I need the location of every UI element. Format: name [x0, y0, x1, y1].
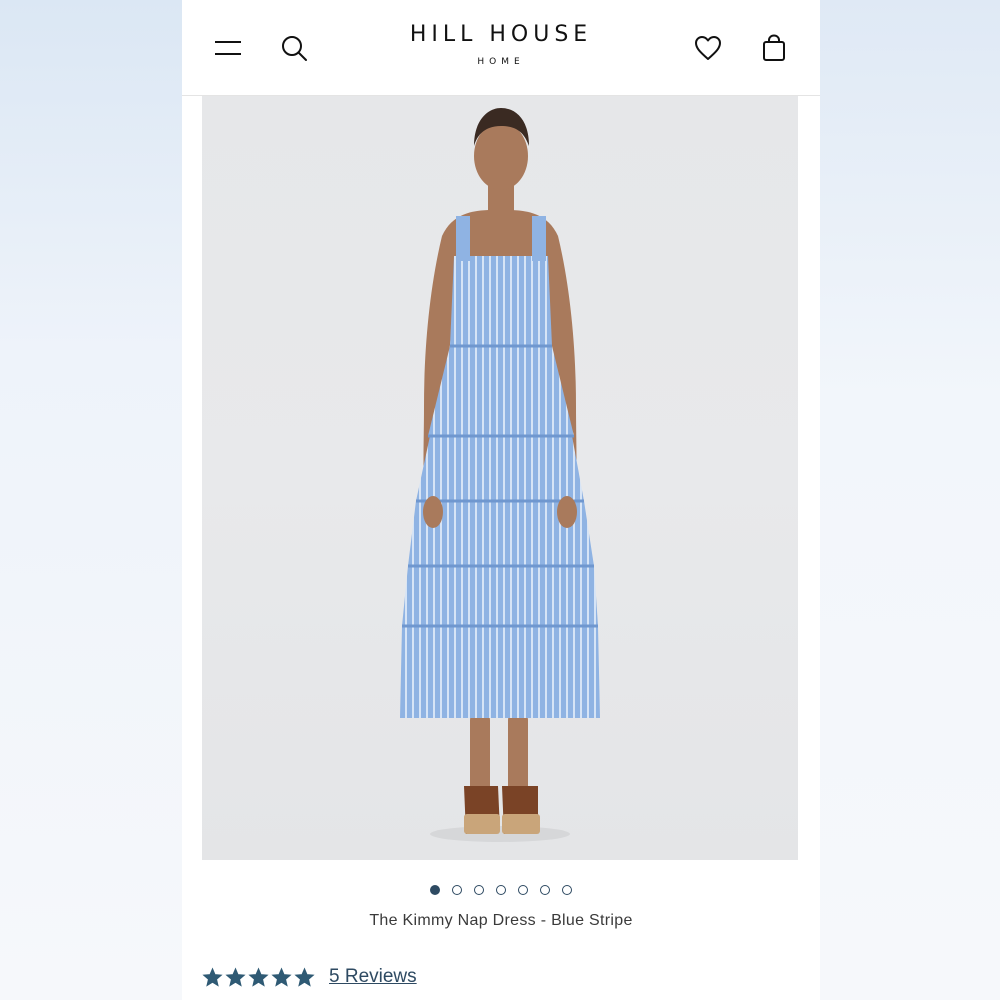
gallery-dot[interactable] — [496, 885, 506, 895]
star-icon — [202, 966, 223, 987]
right-sandal-sole — [502, 814, 540, 834]
right-hand — [557, 496, 577, 528]
dress-tier-2 — [416, 436, 584, 501]
star-icon — [271, 966, 292, 987]
gallery-dot[interactable] — [518, 885, 528, 895]
left-strap — [456, 216, 470, 261]
gallery-dot[interactable] — [474, 885, 484, 895]
shopping-bag-icon — [763, 34, 785, 61]
site-header: HILL HOUSE HOME — [182, 2, 820, 96]
star-icon — [225, 966, 246, 987]
gallery-dot[interactable] — [430, 885, 440, 895]
gallery-dot[interactable] — [540, 885, 550, 895]
product-rating: 5 Reviews — [202, 966, 417, 988]
dress-tier-4 — [402, 566, 598, 626]
mobile-page: HILL HOUSE HOME The Kimmy Nap Dress - Bl… — [182, 2, 820, 1000]
background-left — [0, 0, 182, 1000]
right-strap — [532, 216, 546, 261]
left-sandal-sole — [464, 814, 500, 834]
dress-tier-5 — [400, 626, 600, 718]
gallery-dots — [182, 885, 820, 895]
shopping-bag-button[interactable] — [754, 28, 794, 68]
wishlist-button[interactable] — [688, 28, 728, 68]
gallery-dot[interactable] — [452, 885, 462, 895]
reviews-link[interactable]: 5 Reviews — [329, 966, 417, 988]
product-image[interactable] — [202, 96, 798, 860]
background-right — [820, 0, 1000, 1000]
left-hand — [423, 496, 443, 528]
gallery-dot[interactable] — [562, 885, 572, 895]
dress-tier-1 — [428, 346, 574, 436]
star-icon — [248, 966, 269, 987]
heart-icon — [695, 36, 721, 60]
product-title: The Kimmy Nap Dress - Blue Stripe — [369, 912, 633, 929]
dress-bodice — [450, 256, 552, 346]
product-photo — [400, 108, 600, 842]
star-rating[interactable] — [202, 966, 315, 988]
star-icon — [294, 966, 315, 987]
